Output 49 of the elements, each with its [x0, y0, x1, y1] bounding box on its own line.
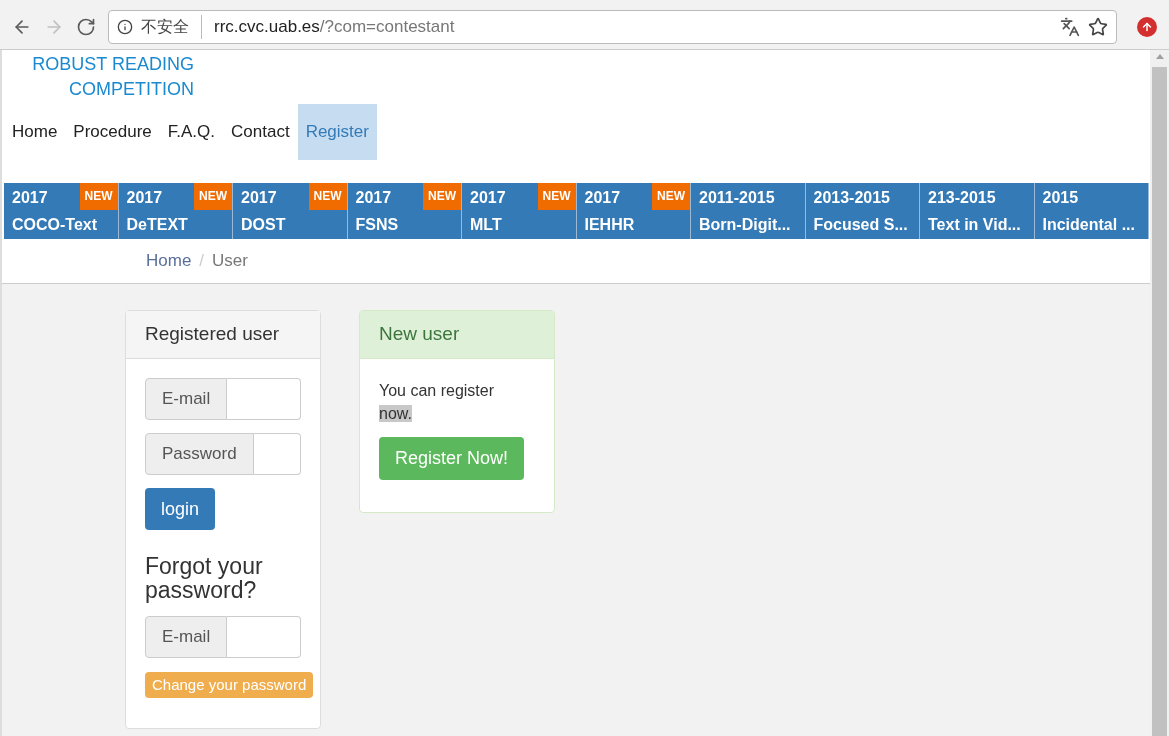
- bookmark-star-icon[interactable]: [1088, 16, 1108, 37]
- new-badge: NEW: [423, 183, 461, 210]
- challenge-tab[interactable]: 213-2015 Text in Vid...: [920, 183, 1035, 239]
- forgot-password-heading: Forgot your password?: [145, 554, 264, 602]
- register-now-button[interactable]: Register Now!: [379, 437, 525, 480]
- panel-title: New user: [360, 311, 554, 359]
- input-field[interactable]: [227, 616, 301, 658]
- security-label: 不安全: [141, 14, 202, 39]
- challenge-tab[interactable]: 2017 NEW FSNS: [347, 183, 462, 239]
- input-label: Password: [145, 433, 254, 475]
- breadcrumb-separator: /: [199, 250, 205, 273]
- challenge-tab[interactable]: 2017 NEW DOST: [233, 183, 348, 239]
- logo-text: COMPETITION: [69, 78, 194, 101]
- login-button[interactable]: login: [145, 488, 216, 530]
- challenge-tab[interactable]: 2013-2015 Focused S...: [805, 183, 920, 239]
- new-badge: NEW: [194, 183, 232, 210]
- logo-text: ROBUST READING: [32, 53, 194, 76]
- challenge-tab[interactable]: 2017 NEW IEHHR: [576, 183, 691, 239]
- scrollbar[interactable]: [1150, 50, 1169, 736]
- nav-link[interactable]: Register: [297, 104, 377, 160]
- new-badge: NEW: [537, 183, 576, 210]
- scroll-up-icon[interactable]: [1155, 54, 1164, 59]
- translate-icon[interactable]: [1060, 16, 1080, 37]
- reload-icon[interactable]: [76, 16, 96, 37]
- breadcrumb-link[interactable]: User: [212, 248, 248, 274]
- input-label: E-mail: [145, 616, 228, 658]
- new-badge: NEW: [308, 183, 347, 210]
- challenge-tab[interactable]: 2015 Incidental ...: [1034, 183, 1149, 239]
- breadcrumb-link[interactable]: Home: [146, 248, 192, 274]
- new-badge: NEW: [652, 183, 690, 210]
- challenge-tab[interactable]: 2017 NEW COCO-Text: [4, 183, 119, 239]
- nav-link[interactable]: F.A.Q.: [159, 104, 224, 160]
- challenge-tab[interactable]: 2011-2015 Born-Digit...: [691, 183, 806, 239]
- extension-icon[interactable]: [1137, 16, 1157, 37]
- new-badge: NEW: [79, 183, 118, 210]
- challenge-tab[interactable]: 2017 NEW DeTEXT: [118, 183, 233, 239]
- nav-link[interactable]: Home: [4, 104, 66, 160]
- nav-link[interactable]: Procedure: [65, 104, 160, 160]
- address-bar[interactable]: 不安全 rrc.cvc.uab.es/?com=contestant: [108, 9, 1117, 44]
- scrollbar-thumb[interactable]: [1152, 67, 1167, 736]
- register-message: You can register now.: [379, 381, 496, 424]
- url-text: rrc.cvc.uab.es/?com=contestant: [214, 15, 455, 38]
- info-icon: [117, 18, 133, 35]
- input-field[interactable]: [253, 433, 301, 475]
- panel-title: Registered user: [126, 311, 320, 359]
- input-label: E-mail: [145, 378, 228, 420]
- nav-link[interactable]: Contact: [223, 104, 298, 160]
- challenge-tab[interactable]: 2017 NEW MLT: [462, 183, 577, 239]
- input-field[interactable]: [227, 378, 301, 420]
